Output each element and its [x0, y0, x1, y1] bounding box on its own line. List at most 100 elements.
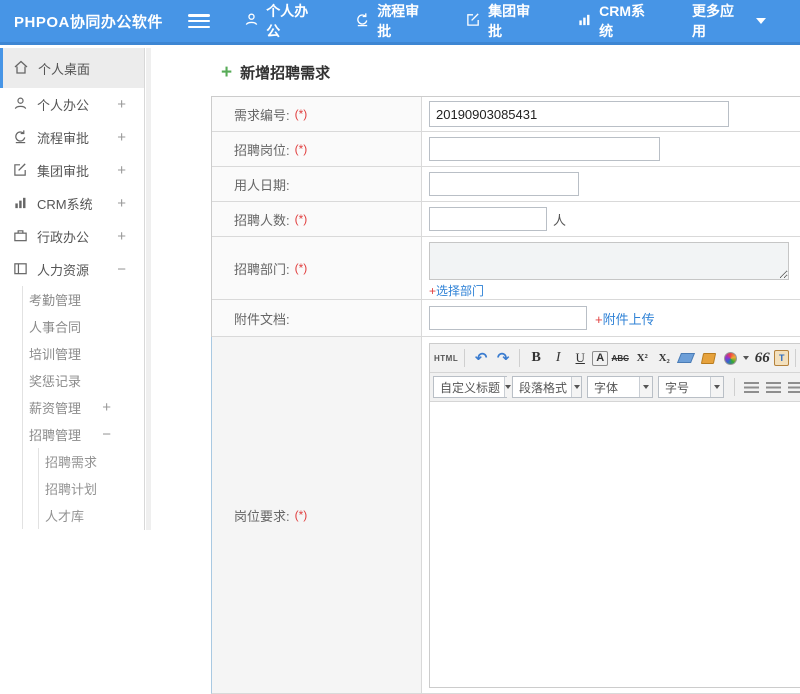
position-input[interactable] [429, 137, 660, 161]
sidebar-item-hr[interactable]: 人力资源 − [0, 253, 144, 286]
add-icon: + [221, 62, 233, 83]
app-title: PHPOA协同办公软件 [14, 13, 163, 31]
form-row-department: 招聘部门: (*) +选择部门 [212, 237, 800, 300]
top-nav: 个人办公 流程审批 集团审批 CRM系统 更多应用 [244, 1, 800, 41]
expand-icon[interactable]: + [117, 96, 126, 113]
sidebar-item-recruit-plan[interactable]: 招聘计划 [39, 475, 144, 502]
workflow-icon [13, 129, 37, 147]
caret-down-icon [756, 18, 766, 24]
palette-caret-icon[interactable] [743, 356, 750, 360]
headcount-input[interactable] [429, 207, 547, 231]
main-content: + 新增招聘需求 需求编号: (*) 招聘岗位: (*) 用人日期: [151, 48, 800, 694]
expand-icon[interactable]: + [117, 162, 126, 179]
chevron-down-icon [571, 377, 581, 397]
nav-personal-office[interactable]: 个人办公 [244, 1, 321, 41]
custom-title-select[interactable]: 自定义标题 [433, 376, 512, 398]
attachment-input[interactable] [429, 306, 587, 330]
sidebar-item-group-approval[interactable]: 集团审批 + [0, 154, 144, 187]
form-row-job-requirements: 岗位要求: (*) HTML ↶ ↷ B I U A ABC X² X₂ 66 … [211, 337, 800, 694]
required-mark: (*) [294, 107, 308, 121]
field-label: 招聘部门: [234, 261, 290, 277]
field-label: 招聘岗位: [234, 142, 290, 158]
paragraph-format-select[interactable]: 段落格式 [512, 376, 582, 398]
field-label: 岗位要求: [234, 508, 290, 524]
field-label: 附件文档: [234, 311, 290, 327]
sidebar-item-salary[interactable]: 薪资管理 + [23, 394, 144, 421]
sidebar-item-desktop[interactable]: 个人桌面 [0, 48, 144, 88]
upload-attachment-link[interactable]: +附件上传 [595, 309, 655, 328]
align-right-icon[interactable] [785, 376, 800, 398]
undo-icon[interactable]: ↶ [471, 347, 491, 369]
sidebar-item-personal-office[interactable]: 个人办公 + [0, 88, 144, 121]
sidebar-item-talent-pool[interactable]: 人才库 [39, 502, 144, 529]
nav-crm-system[interactable]: CRM系统 [577, 1, 658, 41]
nav-group-approval[interactable]: 集团审批 [466, 1, 543, 41]
required-mark: (*) [294, 142, 308, 156]
sidebar-item-crm[interactable]: CRM系统 + [0, 187, 144, 220]
form-row-headcount: 招聘人数: (*) 人 [212, 202, 800, 237]
hr-submenu: 考勤管理 人事合同 培训管理 奖惩记录 薪资管理 + 招聘管理 − 招聘需求 招… [22, 286, 144, 529]
font-family-select[interactable]: 字体 [587, 376, 653, 398]
font-size-select[interactable]: 字号 [658, 376, 724, 398]
department-textarea[interactable] [429, 242, 789, 280]
hire-date-input[interactable] [429, 172, 579, 196]
font-border-button[interactable]: A [592, 350, 609, 366]
menu-icon[interactable] [188, 14, 211, 28]
nav-more-apps[interactable]: 更多应用 [692, 1, 766, 41]
italic-button[interactable]: I [548, 347, 568, 369]
top-bar: PHPOA协同办公软件 个人办公 流程审批 集团审批 CRM系统 更多应用 [0, 0, 800, 45]
paste-text-icon[interactable]: T [774, 350, 790, 366]
expand-icon[interactable]: + [117, 228, 126, 245]
form-row-attachment: 附件文档: +附件上传 [212, 300, 800, 337]
superscript-button[interactable]: X² [632, 347, 652, 369]
sidebar-item-training[interactable]: 培训管理 [23, 340, 144, 367]
chart-icon [577, 12, 599, 30]
plus-icon: + [595, 311, 603, 327]
nav-workflow-approval[interactable]: 流程审批 [355, 1, 432, 41]
html-source-button[interactable]: HTML [434, 347, 458, 369]
edit-icon [466, 12, 488, 30]
expand-icon[interactable]: + [102, 399, 111, 416]
strikethrough-button[interactable]: ABC [610, 347, 630, 369]
underline-button[interactable]: U [570, 347, 590, 369]
color-palette-icon[interactable] [720, 347, 740, 369]
expand-icon[interactable]: + [117, 129, 126, 146]
align-center-icon[interactable] [763, 376, 783, 398]
page-title-row: + 新增招聘需求 [151, 48, 800, 83]
field-label: 招聘人数: [234, 212, 290, 228]
sidebar-item-hr-contract[interactable]: 人事合同 [23, 313, 144, 340]
select-department-link[interactable]: +选择部门 [429, 282, 484, 299]
redo-icon[interactable]: ↷ [493, 347, 513, 369]
align-left-icon[interactable] [741, 376, 761, 398]
sidebar-item-workflow-approval[interactable]: 流程审批 + [0, 121, 144, 154]
eraser-icon[interactable] [676, 347, 696, 369]
user-icon [244, 12, 266, 30]
recruitment-demand-form: 需求编号: (*) 招聘岗位: (*) 用人日期: [211, 96, 800, 694]
required-mark: (*) [294, 261, 308, 275]
sidebar-item-recruit-demand[interactable]: 招聘需求 [39, 448, 144, 475]
chevron-down-icon [710, 377, 723, 397]
sidebar-item-admin-office[interactable]: 行政办公 + [0, 220, 144, 253]
chart-icon [13, 195, 37, 213]
blockquote-button[interactable]: 66 [752, 347, 772, 369]
bold-button[interactable]: B [526, 347, 546, 369]
briefcase-icon [13, 228, 37, 246]
home-icon [13, 59, 38, 78]
sidebar-item-rewards[interactable]: 奖惩记录 [23, 367, 144, 394]
sidebar-item-attendance[interactable]: 考勤管理 [23, 286, 144, 313]
edit-icon [13, 162, 37, 180]
page-title: 新增招聘需求 [240, 65, 331, 82]
demand-no-input[interactable] [429, 101, 729, 127]
sidebar-item-recruitment[interactable]: 招聘管理 − [23, 421, 144, 448]
format-painter-icon[interactable] [698, 347, 718, 369]
form-row-demand-no: 需求编号: (*) [212, 97, 800, 132]
expand-icon[interactable]: + [117, 195, 126, 212]
workflow-icon [355, 12, 377, 30]
form-row-position: 招聘岗位: (*) [212, 132, 800, 167]
editor-content-area[interactable] [430, 402, 800, 687]
expand-icon[interactable]: − [102, 426, 111, 443]
rich-text-editor: HTML ↶ ↷ B I U A ABC X² X₂ 66 T 自定义标题 段落… [429, 343, 800, 688]
expand-icon[interactable]: − [117, 261, 126, 278]
field-label: 需求编号: [234, 107, 290, 123]
subscript-button[interactable]: X₂ [654, 347, 674, 369]
